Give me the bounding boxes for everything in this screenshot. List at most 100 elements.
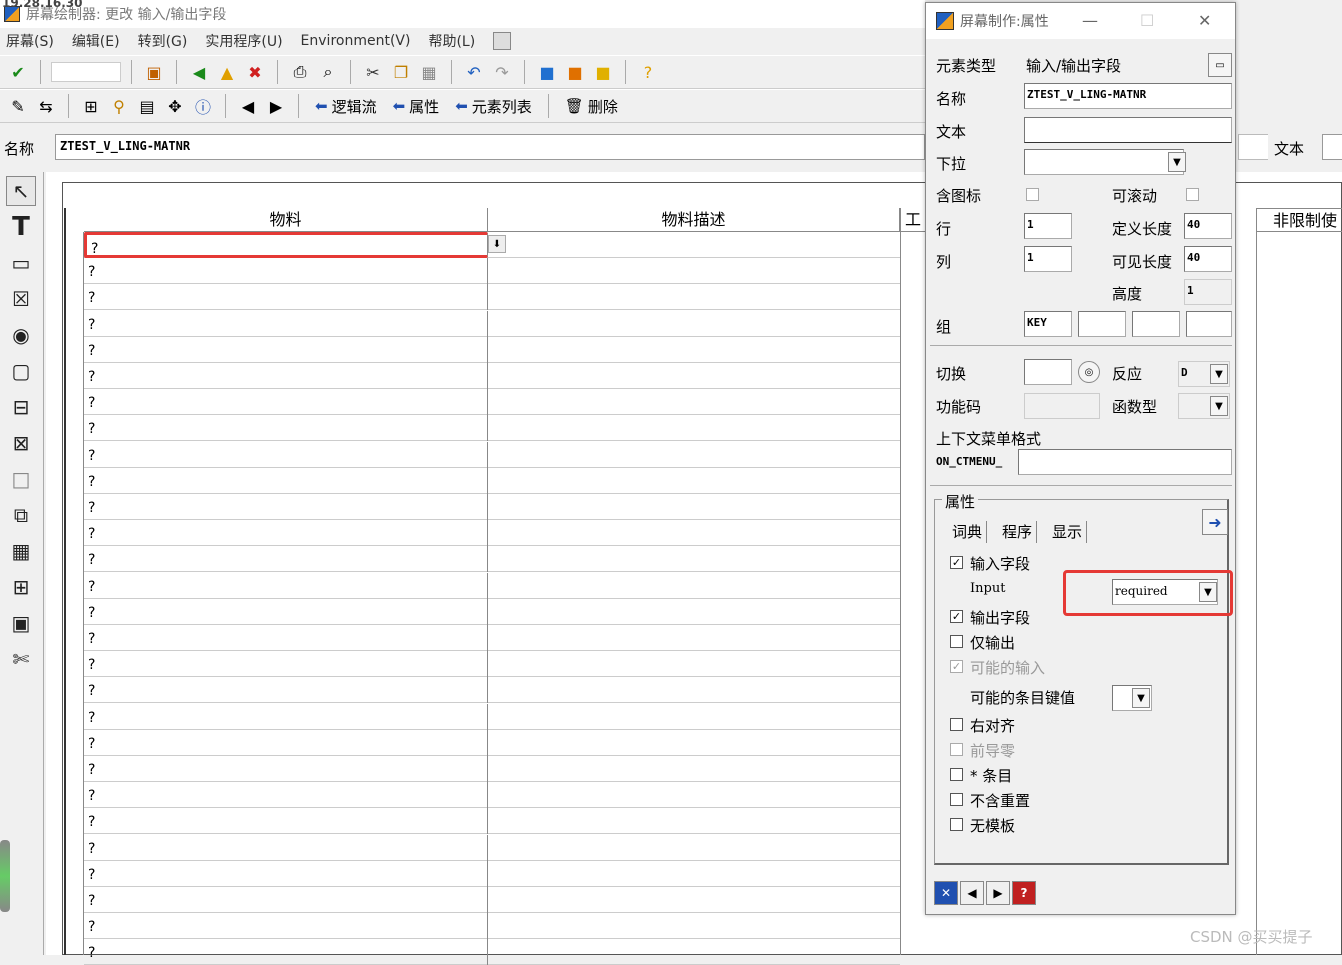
description-cell[interactable] xyxy=(488,468,900,494)
value-help-icon[interactable]: ⬇ xyxy=(488,235,506,253)
column-header-material[interactable]: 物料 xyxy=(84,208,488,232)
description-cell[interactable] xyxy=(488,939,900,965)
description-cell[interactable] xyxy=(488,835,900,861)
switch-icon[interactable]: ◎ xyxy=(1078,361,1100,383)
text-field[interactable] xyxy=(1024,117,1232,143)
material-cell[interactable]: ? xyxy=(84,729,488,756)
table-row[interactable]: ? xyxy=(84,336,900,363)
material-cell[interactable]: ? xyxy=(84,808,488,835)
tabstrip-icon[interactable]: ⊟ xyxy=(6,392,36,422)
prev-icon[interactable]: ◀ xyxy=(236,94,260,118)
description-cell[interactable] xyxy=(488,782,900,808)
tab-display[interactable]: 显示 xyxy=(1048,521,1088,543)
find-icon[interactable]: ⌕ xyxy=(316,60,340,84)
pencil-icon[interactable]: ✎ xyxy=(6,94,30,118)
checkbox-icon[interactable]: ☒ xyxy=(6,284,36,314)
table-row[interactable]: ? xyxy=(84,389,900,416)
help-icon[interactable]: ? xyxy=(636,60,660,84)
table-row[interactable]: ? xyxy=(84,677,900,704)
material-cell[interactable]: ? xyxy=(84,310,488,337)
context-menu-field[interactable] xyxy=(1018,449,1232,475)
menu-help[interactable]: 帮助(L) xyxy=(428,31,475,51)
pointer-icon[interactable]: ↖ xyxy=(6,176,36,206)
table-row[interactable]: ? xyxy=(84,284,900,311)
move-icon[interactable]: ✥ xyxy=(163,94,187,118)
description-cell[interactable] xyxy=(488,520,900,546)
menu-screen[interactable]: 屏幕(S) xyxy=(6,31,54,51)
row-selector-column[interactable] xyxy=(66,232,84,955)
table-row[interactable]: ? xyxy=(84,651,900,678)
right-align-checkbox[interactable] xyxy=(950,718,963,731)
description-cell[interactable] xyxy=(488,808,900,834)
undo-icon[interactable]: ↶ xyxy=(462,60,486,84)
column-header-description[interactable]: 物料描述 xyxy=(488,208,900,232)
material-cell[interactable]: ? xyxy=(84,887,488,913)
group-field-2[interactable] xyxy=(1078,311,1126,337)
box-icon[interactable]: □ xyxy=(6,464,36,494)
group-field-4[interactable] xyxy=(1186,311,1232,337)
input-field-checkbox[interactable]: ✓ xyxy=(950,556,963,569)
layout-icon-1[interactable]: ■ xyxy=(535,60,559,84)
layout-icon-2[interactable]: ■ xyxy=(563,60,587,84)
table-row[interactable]: ? xyxy=(84,860,900,887)
chevron-down-icon[interactable]: ▼ xyxy=(1168,152,1186,172)
material-cell[interactable]: ? xyxy=(84,284,488,311)
table-row[interactable]: ? xyxy=(84,546,900,573)
chevron-down-icon[interactable]: ▼ xyxy=(1210,364,1228,384)
table-row[interactable]: ? xyxy=(84,808,900,835)
redo-icon[interactable]: ↷ xyxy=(490,60,514,84)
description-cell[interactable] xyxy=(488,913,900,939)
description-cell[interactable] xyxy=(488,651,900,677)
row-field[interactable]: 1 xyxy=(1024,213,1072,239)
close-icon[interactable]: ✕ xyxy=(1198,11,1211,30)
define-length-field[interactable]: 40 xyxy=(1184,213,1232,239)
io-field-icon[interactable]: ▭ xyxy=(6,248,36,278)
chevron-down-icon[interactable]: ▼ xyxy=(1210,396,1228,416)
description-cell[interactable] xyxy=(488,861,900,887)
material-cell[interactable]: ? xyxy=(84,703,488,730)
material-cell[interactable]: ? xyxy=(84,494,488,520)
chevron-down-icon[interactable]: ▼ xyxy=(1199,582,1217,602)
function-code-field[interactable] xyxy=(1024,393,1100,419)
logic-flow-button[interactable]: ⬅ 逻辑流 xyxy=(309,96,383,117)
material-cell[interactable]: ? xyxy=(84,389,488,416)
output-only-checkbox[interactable] xyxy=(950,635,963,648)
attributes-button[interactable]: ⬅ 属性 xyxy=(387,96,446,117)
material-cell[interactable]: ? xyxy=(84,677,488,704)
material-cell[interactable]: ? xyxy=(84,467,488,494)
table-control[interactable]: 物料 物料描述 ? ⬇??????????????????????????? xyxy=(64,208,900,965)
material-cell[interactable]: ? xyxy=(84,441,488,468)
description-cell[interactable] xyxy=(488,389,900,415)
no-template-checkbox[interactable] xyxy=(950,818,963,831)
pin-icon[interactable]: ⚲ xyxy=(107,94,131,118)
with-icon-checkbox[interactable] xyxy=(1026,188,1039,201)
menu-edit[interactable]: 编辑(E) xyxy=(72,31,120,51)
save-icon[interactable]: ▣ xyxy=(142,60,166,84)
description-cell[interactable]: ⬇ xyxy=(488,232,900,258)
text-input-left[interactable] xyxy=(1238,134,1268,160)
description-cell[interactable] xyxy=(488,494,900,520)
table-control-3[interactable]: 非限制使 xyxy=(1236,208,1342,955)
back-icon[interactable]: ◀ xyxy=(187,60,211,84)
tabstrip-wizard-icon[interactable]: ⊠ xyxy=(6,428,36,458)
description-cell[interactable] xyxy=(488,442,900,468)
table-row[interactable]: ? xyxy=(84,782,900,809)
table-row[interactable]: ? xyxy=(84,363,900,389)
pushbutton-icon[interactable]: ▢ xyxy=(6,356,36,386)
table-row[interactable]: ? ⬇ xyxy=(84,232,900,258)
next-icon[interactable]: ▶ xyxy=(264,94,288,118)
highlighted-material-cell[interactable]: ? xyxy=(84,232,488,258)
description-cell[interactable] xyxy=(488,704,900,730)
material-cell[interactable]: ? xyxy=(84,258,488,285)
output-field-checkbox[interactable]: ✓ xyxy=(950,610,963,623)
description-cell[interactable] xyxy=(488,415,900,441)
description-cell[interactable] xyxy=(488,311,900,337)
menu-utilities[interactable]: 实用程序(U) xyxy=(205,31,282,51)
name-field[interactable]: ZTEST_V_LING-MATNR xyxy=(1024,83,1232,109)
subscreen-icon[interactable]: ⧉ xyxy=(6,500,36,530)
chevron-down-icon[interactable]: ▼ xyxy=(1132,688,1150,708)
prev-icon[interactable]: ◀ xyxy=(960,881,984,905)
radio-icon[interactable]: ◉ xyxy=(6,320,36,350)
table-row[interactable]: ? xyxy=(84,441,900,468)
table-row[interactable]: ? xyxy=(84,756,900,782)
